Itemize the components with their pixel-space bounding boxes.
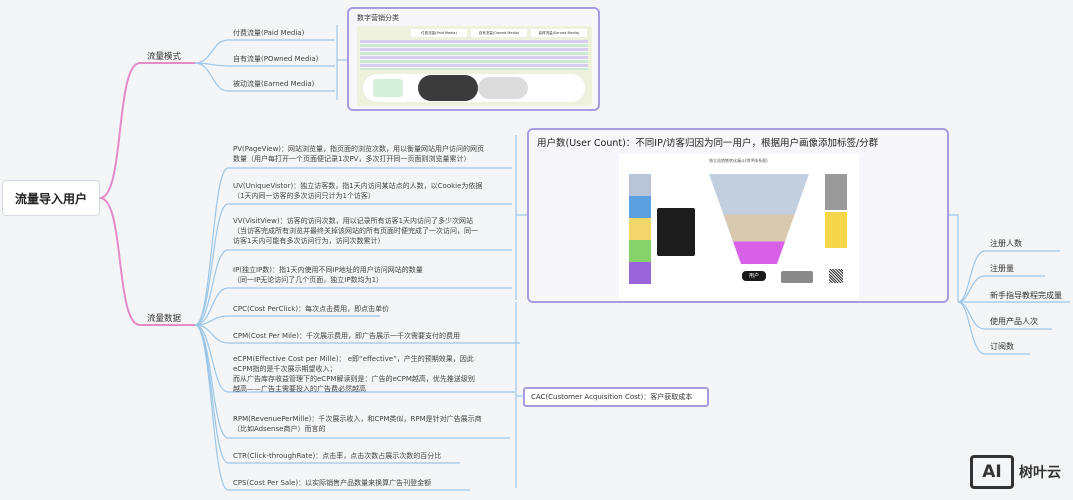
watermark-logo: AI — [970, 455, 1014, 489]
metric-vv[interactable]: VV(VisitView)：访客的访问次数，用以记录所有访客1天内访问了多少次网… — [233, 216, 478, 246]
watermark-text: 树叶云 — [1019, 465, 1061, 481]
metric-ip[interactable]: IP(独立IP数)：指1天内使用不同IP地址的用户访问网站的数量 （同一IP无论访… — [233, 265, 423, 285]
image-column: 赢得流量(Earned Media) — [531, 29, 587, 37]
image-title: 数字营销分类 — [357, 14, 399, 22]
metric-line: CTR(Click-throughRate)：点击率，点击次数占展示次数的百分比 — [233, 452, 442, 460]
cac-node[interactable]: CAC(Customer Acquisition Cost)：客户获取成本 — [523, 387, 709, 407]
node-owned-media[interactable]: 自有流量(POwned Media) — [233, 54, 318, 64]
funnel-image: 独立站销售转化漏斗(附IP体系图) 用户 — [619, 154, 859, 300]
metric-line: IP(独立IP数)：指1天内使用不同IP地址的用户访问网站的数量 — [233, 266, 423, 274]
metric-line: CPS(Cost Per Sale)：以实际销售产品数量来换算广告刊登金额 — [233, 479, 432, 487]
image-column: 自有流量(Owned Media) — [471, 29, 527, 37]
image-column: 付费流量(Paid Media) — [411, 29, 467, 37]
metric-line: RPM(RevenuePerMille)：千次展示收入，和CPM类似，RPM是针… — [233, 415, 482, 423]
metric-line: VV(VisitView)：访客的访问次数，用以记录所有访客1天内访问了多少次网… — [233, 217, 474, 225]
metric-cpc[interactable]: CPC(Cost PerClick)：每次点击费用，即点击单价 — [233, 304, 389, 314]
node-traffic-data[interactable]: 流量数据 — [147, 312, 181, 324]
user-metric[interactable]: 订阅数 — [990, 341, 1014, 352]
metric-line: 数量（用户每打开一个页面便记录1次PV，多次打开同一页面则浏览量累计） — [233, 155, 471, 163]
user-metric[interactable]: 新手指导教程完成量 — [990, 290, 1062, 301]
metric-line: （1天内同一访客的多次访问只计为1个访客） — [233, 192, 375, 200]
metric-line: PV(PageView)：网站浏览量，指页面的浏览次数，用以衡量网站用户访问的网… — [233, 145, 485, 153]
metric-cps[interactable]: CPS(Cost Per Sale)：以实际销售产品数量来换算广告刊登金额 — [233, 478, 431, 488]
digital-marketing-image[interactable]: 数字营销分类 付费流量(Paid Media) 自有流量(Owned Media… — [347, 7, 600, 111]
node-traffic-modes[interactable]: 流量模式 — [147, 50, 181, 62]
funnel-user-label: 用户 — [742, 271, 766, 281]
user-count-title: 用户数(User Count)：不同IP/访客归因为同一用户，根据用户画像添加标… — [537, 138, 879, 149]
image-content: 付费流量(Paid Media) 自有流量(Owned Media) 赢得流量(… — [357, 26, 592, 106]
root-node[interactable]: 流量导入用户 — [2, 180, 100, 216]
user-metric[interactable]: 使用产品人次 — [990, 316, 1038, 327]
metric-rpm[interactable]: RPM(RevenuePerMille)：千次展示收入，和CPM类似，RPM是针… — [233, 414, 482, 434]
node-paid-media[interactable]: 付费流量(Paid Media) — [233, 28, 304, 38]
metric-line: UV(UniqueVistor)：独立访客数，指1天内访问某站点的人数，以Coo… — [233, 182, 483, 190]
metric-line: 访客1天内可能有多次访问行为，访问次数累计） — [233, 237, 385, 245]
metric-line: 而从广告库存收益管理下的eCPM解读则是：广告的eCPM越高，优先推送级别 — [233, 375, 475, 383]
node-earned-media[interactable]: 被动流量(Earned Media) — [233, 79, 314, 89]
image-flow — [363, 74, 585, 102]
metric-line: （比如Adsense商户）而言的 — [233, 425, 326, 433]
metric-line: （当访客完成所有浏览并最终关掉该网站的所有页面时便完成了一次访问，同一 — [233, 227, 478, 235]
metric-line: CPM(Cost Per Mile)：千次展示费用，即广告展示一千次需要支付的费… — [233, 332, 461, 340]
watermark-logo-text: AI — [982, 462, 1002, 482]
metric-pv[interactable]: PV(PageView)：网站浏览量，指页面的浏览次数，用以衡量网站用户访问的网… — [233, 144, 484, 164]
image-table — [360, 40, 588, 70]
metric-line: 越高——广告主需要投入的广告费必然越高 — [233, 385, 366, 393]
user-metric[interactable]: 注册量 — [990, 263, 1014, 274]
funnel-image-title: 独立站销售转化漏斗(附IP体系图) — [709, 158, 768, 163]
metric-ecpm[interactable]: eCPM(Effective Cost per Mille)： e即“effec… — [233, 354, 475, 394]
user-count-node[interactable]: 用户数(User Count)：不同IP/访客归因为同一用户，根据用户画像添加标… — [527, 128, 949, 303]
metric-line: eCPM(Effective Cost per Mille)： e即“effec… — [233, 355, 474, 363]
user-metric[interactable]: 注册人数 — [990, 238, 1022, 249]
qr-code-icon — [829, 269, 843, 283]
metric-ctr[interactable]: CTR(Click-throughRate)：点击率，点击次数占展示次数的百分比 — [233, 451, 441, 461]
metric-uv[interactable]: UV(UniqueVistor)：独立访客数，指1天内访问某站点的人数，以Coo… — [233, 181, 482, 201]
metric-line: CPC(Cost PerClick)：每次点击费用，即点击单价 — [233, 305, 390, 313]
metric-line: （同一IP无论访问了几个页面，独立IP数均为1） — [233, 276, 384, 284]
metric-cpm[interactable]: CPM(Cost Per Mile)：千次展示费用，即广告展示一千次需要支付的费… — [233, 331, 460, 341]
metric-line: eCPM指的是千次展示期望收入； — [233, 365, 337, 373]
